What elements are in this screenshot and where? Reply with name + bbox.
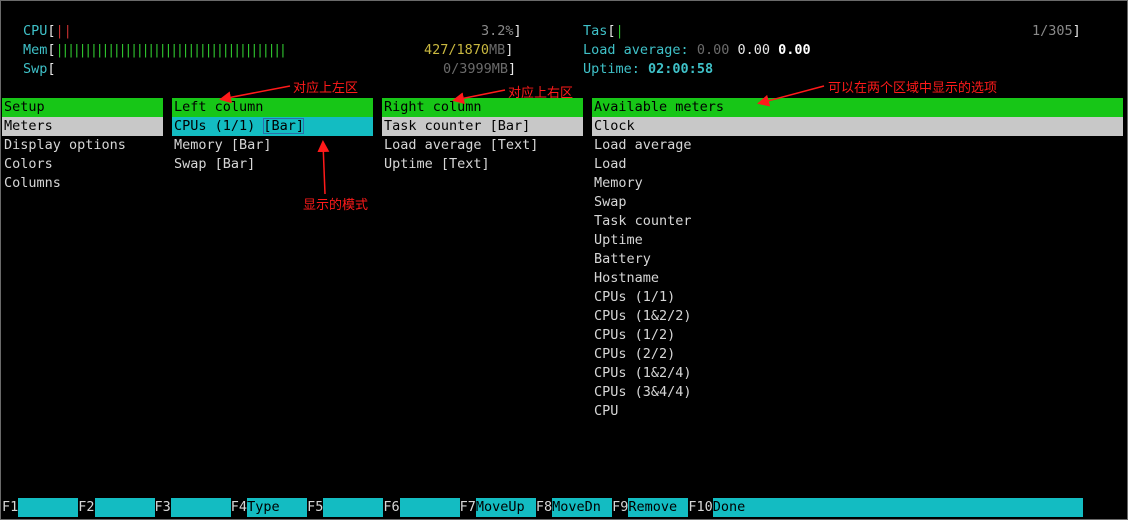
arrow-available (757, 85, 825, 107)
arrow-mode (317, 140, 330, 195)
arrow-right-area (452, 89, 506, 105)
arrow-left-area (219, 85, 291, 104)
annotation-arrows (219, 85, 825, 195)
